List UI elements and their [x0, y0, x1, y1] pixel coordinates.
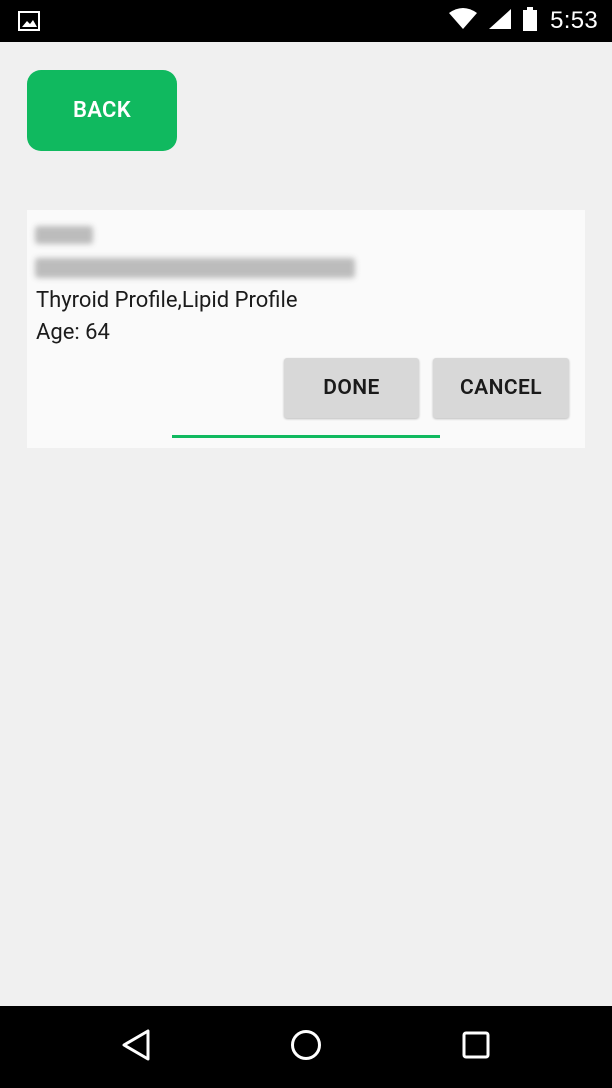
- wifi-icon: [448, 8, 478, 34]
- order-card: Thyroid Profile,Lipid Profile Age: 64 DO…: [27, 210, 585, 448]
- home-circle-icon: [289, 1028, 323, 1066]
- recents-square-icon: [461, 1030, 491, 1064]
- nav-recents-button[interactable]: [455, 1026, 497, 1068]
- image-icon: [18, 11, 40, 31]
- green-underline: [172, 435, 440, 438]
- nav-home-button[interactable]: [285, 1026, 327, 1068]
- nav-back-button[interactable]: [115, 1026, 157, 1068]
- navigation-bar: [0, 1006, 612, 1088]
- done-button[interactable]: DONE: [284, 358, 419, 418]
- redacted-patient-name-phone: [35, 258, 355, 278]
- status-icons: 5:53: [448, 0, 598, 42]
- redacted-id: [35, 226, 93, 244]
- back-triangle-icon: [120, 1028, 152, 1066]
- status-bar: 5:53: [0, 0, 612, 42]
- signal-icon: [488, 8, 512, 34]
- age-text: Age: 64: [36, 320, 110, 345]
- status-time: 5:53: [550, 7, 598, 34]
- back-button[interactable]: BACK: [27, 70, 177, 151]
- tests-text: Thyroid Profile,Lipid Profile: [36, 288, 298, 313]
- battery-icon: [522, 7, 538, 35]
- cancel-button[interactable]: CANCEL: [433, 358, 569, 418]
